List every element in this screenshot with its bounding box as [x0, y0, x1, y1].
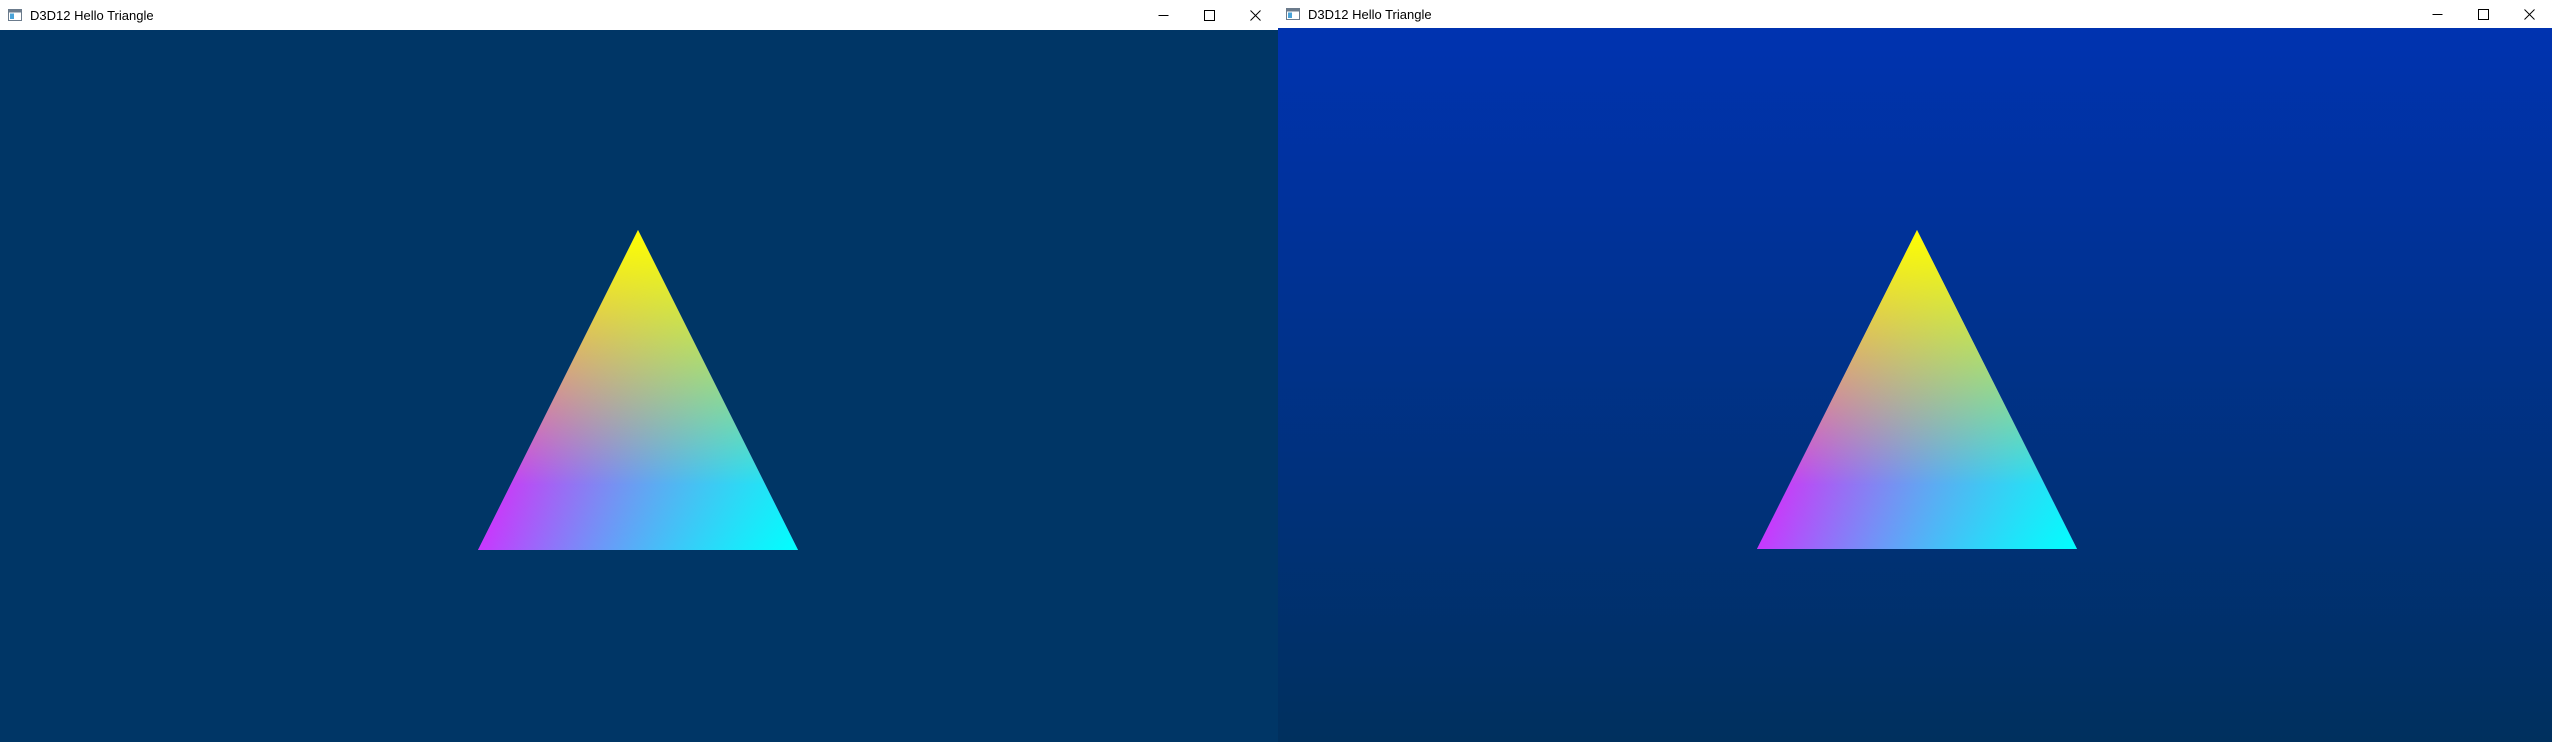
minimize-button[interactable] — [1140, 0, 1186, 30]
close-button[interactable] — [1232, 0, 1278, 30]
maximize-icon — [1203, 9, 1215, 21]
title-bar[interactable]: D3D12 Hello Triangle — [1278, 0, 2552, 28]
maximize-button[interactable] — [1186, 0, 1232, 30]
minimize-icon — [2432, 13, 2442, 15]
render-viewport — [0, 30, 1278, 742]
viewport-svg — [1278, 28, 2552, 742]
render-viewport — [1278, 28, 2552, 742]
close-icon — [2523, 8, 2535, 20]
window-title: D3D12 Hello Triangle — [1308, 6, 1432, 22]
minimize-button[interactable] — [2414, 0, 2460, 28]
close-button[interactable] — [2506, 0, 2552, 28]
app-window-icon[interactable] — [7, 7, 23, 23]
window-title: D3D12 Hello Triangle — [30, 7, 154, 23]
app-window-icon[interactable] — [1285, 6, 1301, 22]
title-bar[interactable]: D3D12 Hello Triangle — [0, 0, 1278, 30]
window-left: D3D12 Hello Triangle — [0, 0, 1278, 742]
window-right: D3D12 Hello Triangle — [1278, 0, 2552, 742]
maximize-icon — [2477, 8, 2489, 20]
maximize-button[interactable] — [2460, 0, 2506, 28]
close-icon — [1249, 9, 1261, 21]
viewport-svg — [0, 30, 1278, 742]
minimize-icon — [1158, 14, 1168, 16]
